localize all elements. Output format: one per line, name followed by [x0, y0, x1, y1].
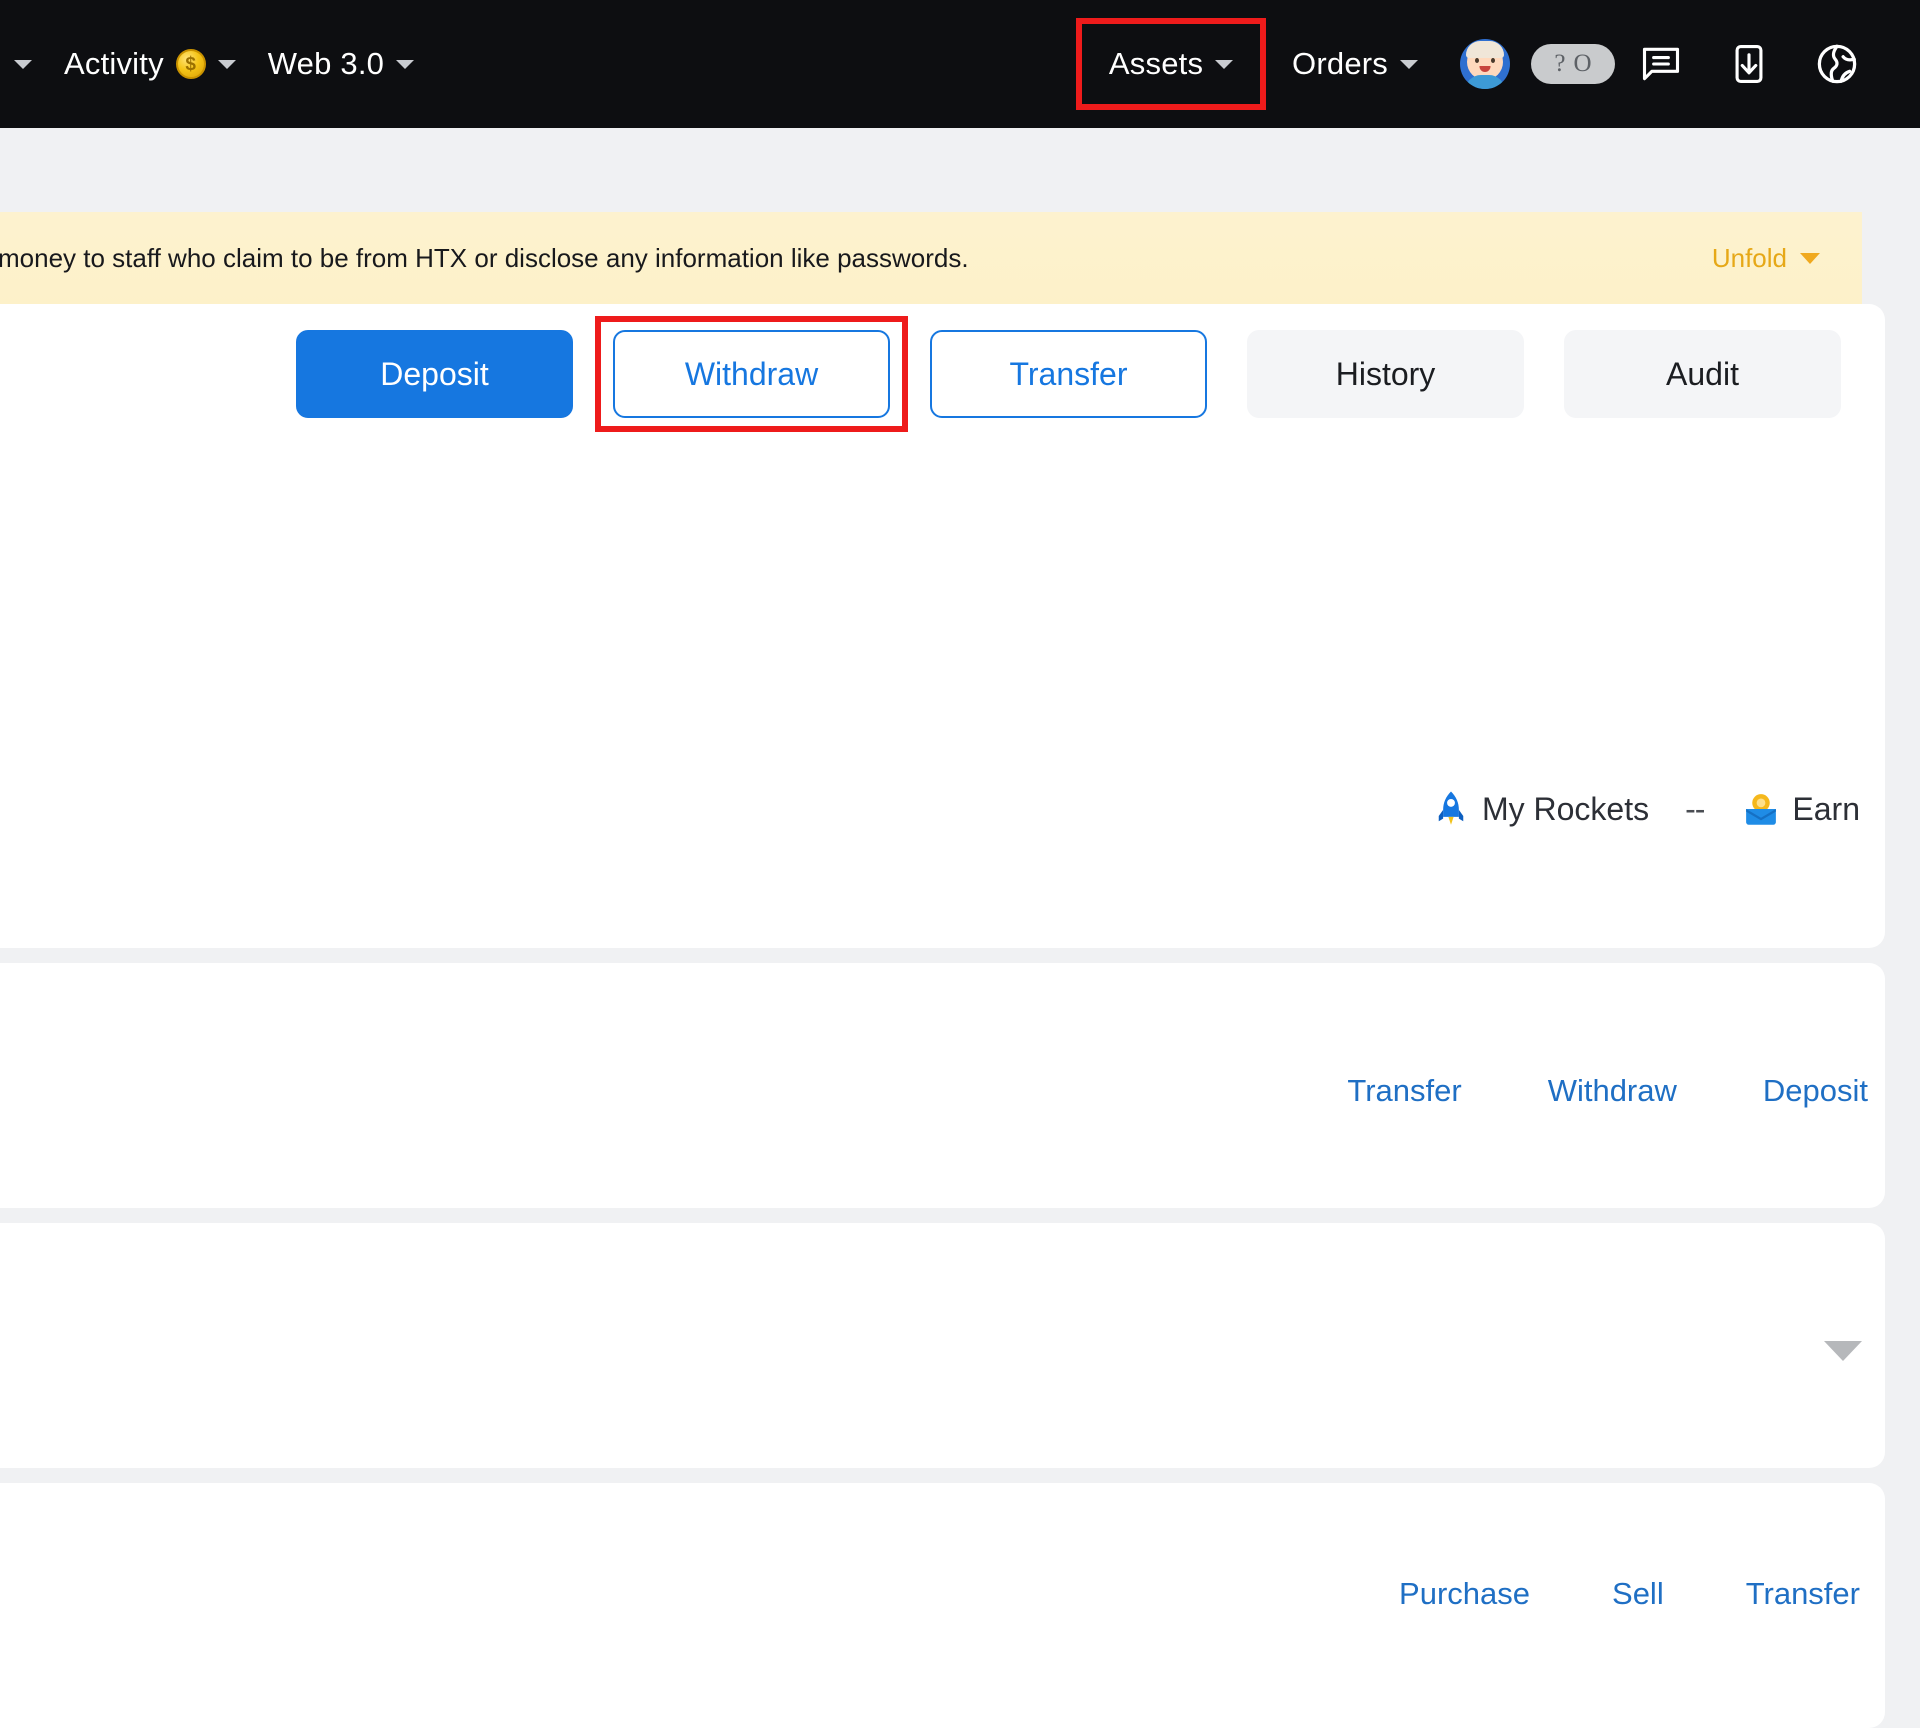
coin-icon: $	[176, 49, 206, 79]
earn-label: Earn	[1792, 791, 1860, 828]
app-download-icon[interactable]	[1712, 27, 1786, 101]
banner-message: money to staff who claim to be from HTX …	[0, 243, 969, 274]
wealth-account-card	[0, 1223, 1885, 1468]
nav-item-web3[interactable]: Web 3.0	[252, 46, 430, 82]
banner-unfold-label: Unfold	[1712, 243, 1787, 274]
deposit-button-label: Deposit	[380, 356, 489, 393]
deposit-button[interactable]: Deposit	[296, 330, 573, 418]
history-button-label: History	[1336, 356, 1436, 393]
nav-overflow-caret[interactable]	[0, 60, 48, 69]
chevron-down-icon	[14, 60, 32, 69]
avatar-body	[1465, 75, 1505, 89]
nav-item-assets-label: Assets	[1109, 46, 1203, 82]
history-button[interactable]: History	[1247, 330, 1524, 418]
spot-withdraw-link[interactable]: Withdraw	[1548, 1073, 1677, 1109]
banner-unfold-button[interactable]: Unfold	[1712, 243, 1820, 274]
spot-transfer-link[interactable]: Transfer	[1347, 1073, 1461, 1109]
chevron-down-icon[interactable]	[1824, 1341, 1862, 1361]
my-rockets-value: --	[1685, 791, 1704, 828]
nav-item-activity-label: Activity	[64, 46, 164, 82]
fiat-purchase-link[interactable]: Purchase	[1399, 1576, 1530, 1612]
chevron-down-icon	[396, 60, 414, 69]
avatar-image	[1460, 39, 1510, 89]
nav-item-assets[interactable]: Assets	[1076, 18, 1266, 110]
nav-item-orders[interactable]: Orders	[1276, 46, 1434, 82]
top-navigation-bar: Activity $ Web 3.0 Assets Orders	[0, 0, 1920, 128]
audit-button-label: Audit	[1666, 356, 1739, 393]
transfer-button[interactable]: Transfer	[930, 330, 1207, 418]
avatar-eye-left	[1475, 58, 1479, 63]
avatar-eye-right	[1491, 58, 1495, 63]
nav-item-assets-inner[interactable]: Assets	[1093, 46, 1249, 82]
my-rockets-label: My Rockets	[1482, 791, 1649, 828]
my-rockets-link[interactable]: My Rockets	[1430, 788, 1649, 830]
globe-icon[interactable]	[1800, 27, 1874, 101]
withdraw-button-label: Withdraw	[685, 356, 818, 393]
earn-icon	[1740, 788, 1782, 830]
chevron-down-icon	[218, 60, 236, 69]
nav-left-group: Activity $ Web 3.0	[0, 46, 430, 82]
chevron-down-icon	[1215, 60, 1233, 69]
spot-deposit-link[interactable]: Deposit	[1763, 1073, 1868, 1109]
rewards-pill-shape: ? O	[1531, 44, 1615, 84]
nav-item-web3-label: Web 3.0	[268, 46, 384, 82]
rewards-pill-icon[interactable]: ? O	[1536, 27, 1610, 101]
chevron-down-icon	[1400, 60, 1418, 69]
asset-action-buttons: Deposit Withdraw Transfer History Audit	[296, 330, 1841, 418]
avatar[interactable]	[1448, 27, 1522, 101]
rocket-icon	[1430, 788, 1472, 830]
withdraw-button-wrapper: Withdraw	[613, 330, 890, 418]
overview-quick-links: My Rockets -- Earn	[1430, 788, 1860, 830]
earn-link[interactable]: Earn	[1740, 788, 1860, 830]
nav-item-activity[interactable]: Activity $	[48, 46, 252, 82]
page-body: money to staff who claim to be from HTX …	[0, 128, 1920, 1599]
nav-right-group: Assets Orders ? O	[1076, 18, 1920, 110]
rewards-pill-secondary: O	[1574, 50, 1592, 78]
nav-item-orders-label: Orders	[1292, 46, 1388, 82]
security-warning-banner: money to staff who claim to be from HTX …	[0, 212, 1862, 304]
avatar-hair	[1466, 41, 1504, 58]
fiat-account-links: Purchase Sell Transfer	[1399, 1576, 1860, 1612]
audit-button[interactable]: Audit	[1564, 330, 1841, 418]
transfer-button-label: Transfer	[1010, 356, 1128, 393]
chat-icon[interactable]	[1624, 27, 1698, 101]
fiat-sell-link[interactable]: Sell	[1612, 1576, 1664, 1612]
withdraw-button[interactable]: Withdraw	[613, 330, 890, 418]
fiat-transfer-link[interactable]: Transfer	[1746, 1576, 1860, 1612]
spot-account-links: Transfer Withdraw Deposit	[1347, 1073, 1868, 1109]
chevron-down-icon	[1800, 253, 1820, 264]
rewards-pill-primary: ?	[1554, 50, 1565, 78]
